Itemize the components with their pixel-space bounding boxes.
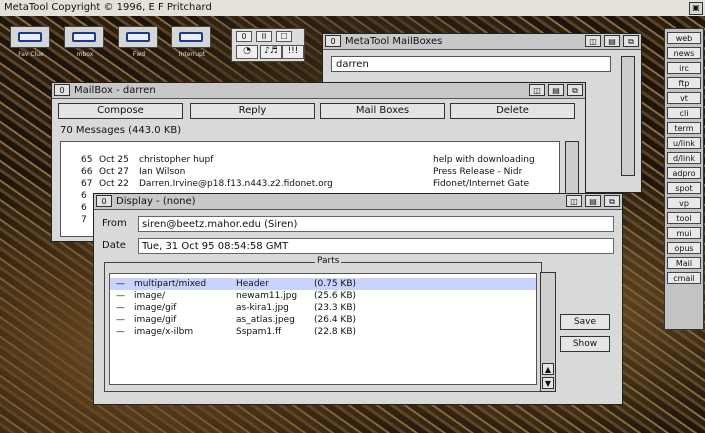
mail-boxes-button[interactable]: Mail Boxes [320, 103, 445, 119]
depth-icon[interactable]: ⧉ [604, 195, 620, 207]
parts-group: Parts — multipart/mixed Header (0.75 KB)… [104, 256, 542, 392]
list-item[interactable]: — image/gif as_atlas.jpeg (26.4 KB) [110, 314, 536, 326]
mailboxes-titlebar[interactable]: 0 MetaTool MailBoxes ◫ ▤ ⧉ [323, 34, 641, 50]
tool-panel: 0 II ☐ ◔ ♪♬ !!! [231, 28, 305, 62]
iconify-icon[interactable]: ▤ [604, 35, 620, 47]
window-title: MailBox - darren [74, 85, 156, 96]
list-item[interactable]: 66 Oct 27 Ian Wilson Press Release - Nid… [61, 166, 559, 178]
launcher-bar: web news irc ftp vt cli term u/link d/li… [664, 28, 704, 330]
close-icon[interactable]: 0 [325, 35, 341, 47]
music-icon[interactable]: ♪♬ [260, 45, 282, 59]
close-icon[interactable]: 0 [96, 195, 112, 207]
list-item[interactable]: — image/x-ilbm Sspam1.ff (22.8 KB) [110, 326, 536, 338]
launcher-vt[interactable]: vt [667, 92, 701, 104]
list-item[interactable]: 67 Oct 22 Darren.Irvine@p18.f13.n443.z2.… [61, 178, 559, 190]
close-icon[interactable]: 0 [54, 84, 70, 96]
launcher-cli[interactable]: cli [667, 107, 701, 119]
date-field: Tue, 31 Oct 95 08:54:58 GMT [138, 238, 614, 254]
drive-icon [72, 32, 96, 42]
launcher-ftp[interactable]: ftp [667, 77, 701, 89]
iconify-icon[interactable]: ▤ [585, 195, 601, 207]
launcher-web[interactable]: web [667, 32, 701, 44]
parts-list[interactable]: — multipart/mixed Header (0.75 KB) — ima… [109, 273, 537, 385]
display-window: 0 Display - (none) ◫ ▤ ⧉ From siren@beet… [93, 193, 623, 405]
screen-title-bar: MetaTool Copyright © 1996, E F Pritchard [0, 0, 705, 16]
tool-button-2[interactable]: II [256, 31, 272, 42]
launcher-vp[interactable]: vp [667, 197, 701, 209]
parts-label: Parts [315, 256, 342, 266]
mailbox-list-item[interactable]: darren [331, 56, 611, 72]
list-item[interactable]: 65 Oct 25 christopher hupf help with dow… [61, 154, 559, 166]
app-icon-1[interactable]: Fav Clue [10, 26, 50, 58]
window-title: Display - (none) [116, 196, 196, 207]
launcher-adpro[interactable]: adpro [667, 167, 701, 179]
compose-button[interactable]: Compose [58, 103, 183, 119]
from-field: siren@beetz.mahor.edu (Siren) [138, 216, 614, 232]
reply-button[interactable]: Reply [190, 103, 315, 119]
launcher-spot[interactable]: spot [667, 182, 701, 194]
save-button[interactable]: Save [560, 314, 610, 330]
launcher-opus[interactable]: opus [667, 242, 701, 254]
list-item[interactable]: — multipart/mixed Header (0.75 KB) [110, 278, 536, 290]
drive-icon [179, 32, 203, 42]
tool-button-3[interactable]: ☐ [276, 31, 292, 42]
launcher-dlink[interactable]: d/link [667, 152, 701, 164]
arrow-down-icon[interactable]: ▼ [542, 377, 554, 389]
window-title: MetaTool MailBoxes [345, 36, 443, 47]
app-icon-4[interactable]: Interrupt [171, 26, 211, 58]
iconify-icon[interactable]: ▤ [548, 84, 564, 96]
zoom-icon[interactable]: ◫ [566, 195, 582, 207]
list-item[interactable]: — image/gif as-kira1.jpg (23.3 KB) [110, 302, 536, 314]
launcher-ulink[interactable]: u/link [667, 137, 701, 149]
arrow-up-icon[interactable]: ▲ [542, 363, 554, 375]
launcher-irc[interactable]: irc [667, 62, 701, 74]
launcher-mui[interactable]: mui [667, 227, 701, 239]
show-button[interactable]: Show [560, 336, 610, 352]
list-item[interactable]: — image/ newam11.jpg (25.6 KB) [110, 290, 536, 302]
app-icon-3[interactable]: Fwd [118, 26, 158, 58]
drive-icon [18, 32, 42, 42]
zoom-icon[interactable]: ◫ [529, 84, 545, 96]
launcher-mail[interactable]: Mail [667, 257, 701, 269]
gauge-icon[interactable]: ◔ [236, 45, 258, 59]
drive-icon [126, 32, 150, 42]
date-label: Date [102, 240, 126, 251]
mailbox-titlebar[interactable]: 0 MailBox - darren ◫ ▤ ⧉ [52, 83, 585, 99]
launcher-cmail[interactable]: cmail [667, 272, 701, 284]
launcher-term[interactable]: term [667, 122, 701, 134]
screen-depth-icon[interactable]: ▣ [689, 2, 703, 15]
app-icon-2[interactable]: mbox [64, 26, 104, 58]
copyright-text: MetaTool Copyright © 1996, E F Pritchard [4, 2, 212, 13]
display-titlebar[interactable]: 0 Display - (none) ◫ ▤ ⧉ [94, 194, 622, 210]
from-label: From [102, 218, 127, 229]
depth-icon[interactable]: ⧉ [623, 35, 639, 47]
message-count: 70 Messages (443.0 KB) [60, 125, 182, 136]
depth-icon[interactable]: ⧉ [567, 84, 583, 96]
zoom-icon[interactable]: ◫ [585, 35, 601, 47]
alert-icon[interactable]: !!! [282, 45, 304, 59]
mailboxes-scrollbar[interactable] [621, 56, 635, 176]
tool-button-1[interactable]: 0 [236, 31, 252, 42]
parts-scrollbar[interactable]: ▲ ▼ [540, 272, 556, 392]
delete-button[interactable]: Delete [450, 103, 575, 119]
launcher-tool[interactable]: tool [667, 212, 701, 224]
launcher-news[interactable]: news [667, 47, 701, 59]
